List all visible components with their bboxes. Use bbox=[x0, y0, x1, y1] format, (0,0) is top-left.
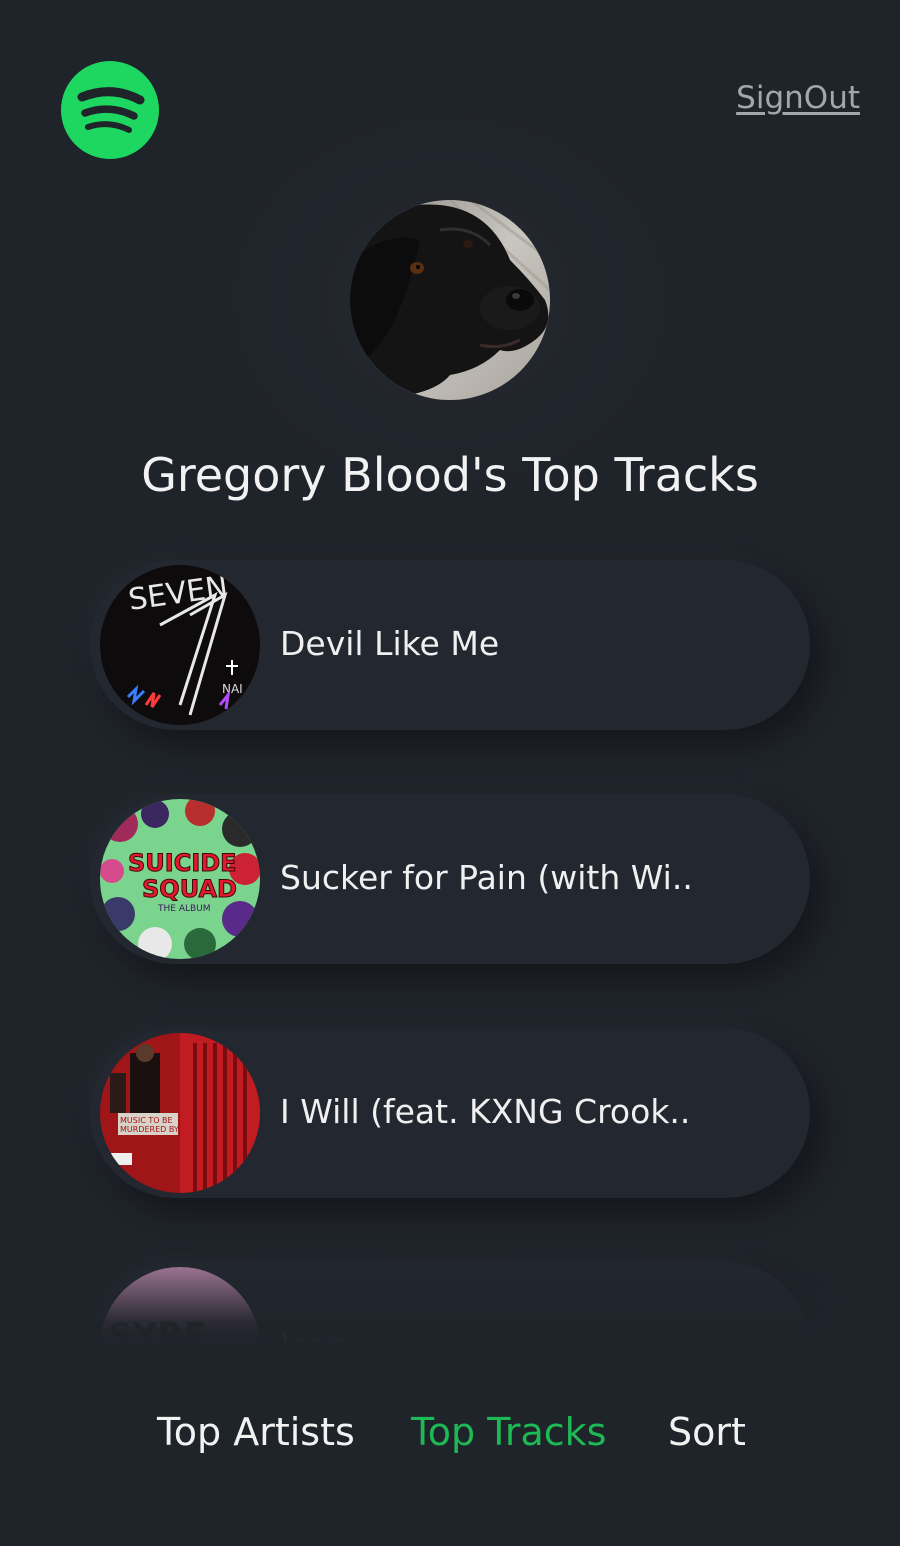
track-title: I Will (feat. KXNG Crook.. bbox=[280, 1092, 691, 1131]
svg-text:MUSIC TO BE: MUSIC TO BE bbox=[120, 1116, 173, 1125]
track-list[interactable]: SEVEN NAI Devil Like Me SUICIDE SQUAD TH… bbox=[0, 520, 900, 1346]
album-art-seven: SEVEN NAI bbox=[100, 565, 260, 725]
svg-text:THE ALBUM: THE ALBUM bbox=[157, 904, 211, 914]
svg-text:SQUAD: SQUAD bbox=[142, 875, 237, 903]
svg-text:SYRE: SYRE bbox=[108, 1316, 207, 1346]
track-item[interactable]: SYRE Icon bbox=[90, 1262, 810, 1346]
svg-text:NAI: NAI bbox=[222, 682, 243, 696]
track-title: Sucker for Pain (with Wi.. bbox=[280, 858, 693, 897]
album-art-suicide-squad: SUICIDE SQUAD THE ALBUM bbox=[100, 799, 260, 959]
profile-avatar bbox=[350, 200, 550, 400]
track-title: Devil Like Me bbox=[280, 624, 500, 663]
svg-text:MURDERED BY: MURDERED BY bbox=[120, 1125, 179, 1134]
page-title: Gregory Blood's Top Tracks bbox=[141, 448, 759, 502]
nav-sort[interactable]: Sort bbox=[668, 1410, 746, 1454]
nav-top-artists[interactable]: Top Artists bbox=[157, 1410, 355, 1454]
bottom-nav: Top Artists Top Tracks Sort bbox=[0, 1410, 900, 1470]
svg-text:SUICIDE: SUICIDE bbox=[128, 849, 237, 877]
album-art-music-to-be-murdered-by: MUSIC TO BE MURDERED BY bbox=[100, 1033, 260, 1193]
track-title: Icon bbox=[280, 1326, 349, 1346]
spotify-logo-icon[interactable] bbox=[60, 60, 160, 160]
track-item[interactable]: MUSIC TO BE MURDERED BY I Will (feat. KX… bbox=[90, 1028, 810, 1198]
signout-link[interactable]: SignOut bbox=[736, 80, 860, 116]
album-art-icon: SYRE bbox=[100, 1267, 260, 1346]
track-item[interactable]: SUICIDE SQUAD THE ALBUM Sucker for Pain … bbox=[90, 794, 810, 964]
track-item[interactable]: SEVEN NAI Devil Like Me bbox=[90, 560, 810, 730]
nav-top-tracks[interactable]: Top Tracks bbox=[411, 1410, 606, 1454]
